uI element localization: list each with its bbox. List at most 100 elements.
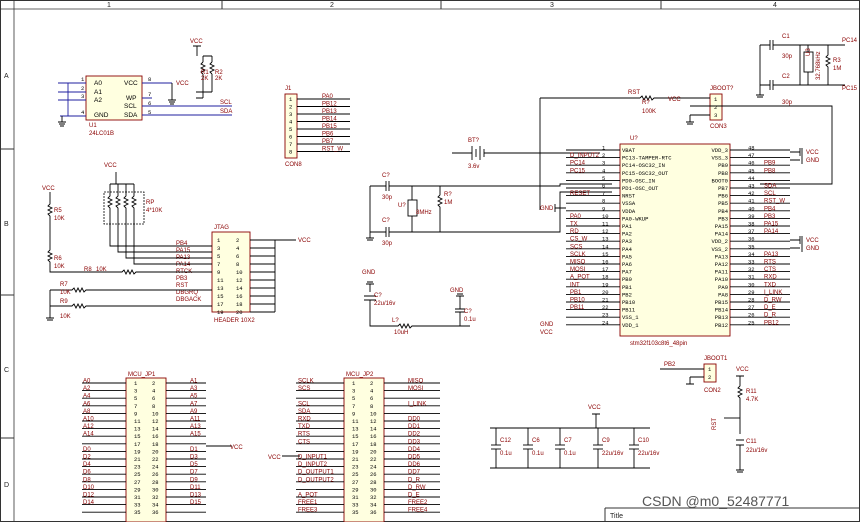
jp1-pin-number: 32 <box>152 494 159 501</box>
mcu-right-net: RST_W <box>764 199 785 205</box>
jp2-pin-number: 23 <box>352 464 359 471</box>
jp1-right-net: D11 <box>190 485 201 491</box>
jp1-pin-number: 22 <box>152 456 159 463</box>
mcu-pin-name: PA0-WKUP <box>622 215 648 222</box>
mcu-left-net: MOSI <box>570 267 586 273</box>
dec-cap-value: 22u/16v <box>602 451 623 457</box>
jp1-right-net: A15 <box>190 432 201 438</box>
jp1-right-net: A3 <box>190 386 198 392</box>
jp2-pin-number: 8 <box>370 403 373 410</box>
jp1-left-net: D14 <box>83 500 95 506</box>
pin-wp: WP <box>126 95 136 102</box>
jp2-pin-number: 27 <box>352 479 359 486</box>
jp1-pin-number: 20 <box>152 448 159 455</box>
mcu-right-net: PA15 <box>764 222 779 228</box>
c8-2-ref: C? <box>382 218 390 224</box>
mcu-right-net: PA13 <box>764 252 779 258</box>
mcu-gnd-label: GND <box>540 322 554 328</box>
mcu-pin-number: 24 <box>602 319 609 326</box>
mcu-pin-name: PD0-OSC_IN <box>622 177 655 184</box>
j1-net-label: PB7 <box>322 139 334 145</box>
jtag-pin-number: 9 <box>217 269 220 276</box>
jp2-pin-number: 19 <box>352 448 359 455</box>
mcu-pin-name: PB15 <box>715 299 728 306</box>
jp2-left-net: FREE1 <box>298 500 318 506</box>
jtag-net-label: DBGRQ <box>176 290 198 296</box>
mcu-right-net: D_E <box>764 305 776 311</box>
mcu-right-net: PB9 <box>764 161 776 167</box>
r7-ref: R7 <box>60 282 68 288</box>
filter-c-value: 22u/16v <box>374 301 395 307</box>
mcu-pin-name: VSS_3 <box>711 155 728 162</box>
mcu-left-net: PB1 <box>570 290 582 296</box>
jp1-right-net: D1 <box>190 447 198 453</box>
jp1-pin-number: 3 <box>134 388 137 395</box>
filter-c2-ref: C? <box>464 309 472 315</box>
col-label-3: 3 <box>550 2 554 9</box>
c1-value: 30p <box>782 54 793 60</box>
jp1-pin-number: 18 <box>152 441 159 448</box>
mcu-right-net: I_LINK <box>764 290 782 296</box>
dec-cap-value: 0.1u <box>500 451 512 457</box>
filter-c2-value: 0.1u <box>464 317 476 323</box>
j1-pin-number: 8 <box>289 149 292 156</box>
j1-pin-number: 7 <box>289 141 292 148</box>
mcu-pin-name: PB12 <box>715 322 728 329</box>
mcu-left-net: PC14 <box>570 161 586 167</box>
jp2-pin-number: 25 <box>352 471 359 478</box>
mcu-right-net: PB8 <box>764 168 776 174</box>
y32-ref: U3 <box>806 48 812 56</box>
jp1-pin-number: 21 <box>134 456 141 463</box>
eeprom-u1: A0 A1 A2 GND VCC WP SCL SDA 1 2 3 4 8 7 … <box>58 39 232 137</box>
mcu-pin-number: 25 <box>748 319 755 326</box>
jtag-pin-number: 14 <box>236 285 243 292</box>
mcu-pin-number: 23 <box>602 312 609 319</box>
jp1-right-net: D9 <box>190 477 198 483</box>
jtag-pin-number: 2 <box>236 237 239 244</box>
jp1-pin-number: 25 <box>134 471 141 478</box>
jp2-left-net: SDA <box>298 409 310 415</box>
mcu-pin-name: PA13 <box>715 253 728 260</box>
jp1-right-net: D3 <box>190 455 198 461</box>
jtag-pin-number: 17 <box>217 301 224 308</box>
mcu-left-net: PC15 <box>570 168 586 174</box>
jp1-pin-number: 15 <box>134 433 141 440</box>
r11-value: 4.7K <box>746 397 758 403</box>
jp2-pin-number: 36 <box>370 509 377 516</box>
jp1-pin-number: 23 <box>134 464 141 471</box>
j1-pin-number: 6 <box>289 134 292 141</box>
mcu-left-net: RESET <box>570 191 590 197</box>
mcu-pin-number: 17 <box>602 266 609 273</box>
dec-cap-ref: C7 <box>564 438 572 444</box>
jtag-pin-number: 12 <box>236 277 243 284</box>
jp1-left-net: A6 <box>83 401 91 407</box>
mcu-left-net: SCLK <box>570 252 586 258</box>
r7-value: 10K <box>60 290 71 296</box>
eeprom-part: 24LC01B <box>89 131 114 137</box>
mcu-gnd-label: GND <box>806 158 820 164</box>
c2-ref: C2 <box>782 74 790 80</box>
mcu-pin-name: VSS_1 <box>622 314 639 321</box>
j1-pin-number: 3 <box>289 111 292 118</box>
r8-ref: R8 <box>84 267 92 273</box>
jtag-net-label: DBGACK <box>176 297 201 303</box>
eeprom-pin-number: 1 <box>81 76 85 83</box>
mcu-pin-name: PB3 <box>718 215 728 222</box>
j1-net-label: PB15 <box>322 124 337 130</box>
jtag-pin-number: 20 <box>236 309 243 316</box>
mcu-pin-name: PA3 <box>622 238 632 245</box>
mcu-left-net: PB10 <box>570 298 585 304</box>
mcu-pin-number: 21 <box>602 297 609 304</box>
mcu-pin-name: PB2 <box>622 291 632 298</box>
jp1-right-net: D5 <box>190 462 198 468</box>
mcu-pin-name: VSSA <box>622 200 636 207</box>
mcu-pin-name: VDDA <box>622 208 636 215</box>
reset-vcc: VCC <box>736 367 749 373</box>
mcu-pin-name: PA14 <box>715 231 729 238</box>
j1-pin-number: 2 <box>289 104 292 111</box>
net-pc15: PC15 <box>842 86 858 92</box>
jp1-pin-number: 24 <box>152 464 159 471</box>
mcu-right-net: RTS <box>764 260 776 266</box>
eeprom-ref: U1 <box>89 123 97 129</box>
jp1-pin-number: 13 <box>134 426 141 433</box>
